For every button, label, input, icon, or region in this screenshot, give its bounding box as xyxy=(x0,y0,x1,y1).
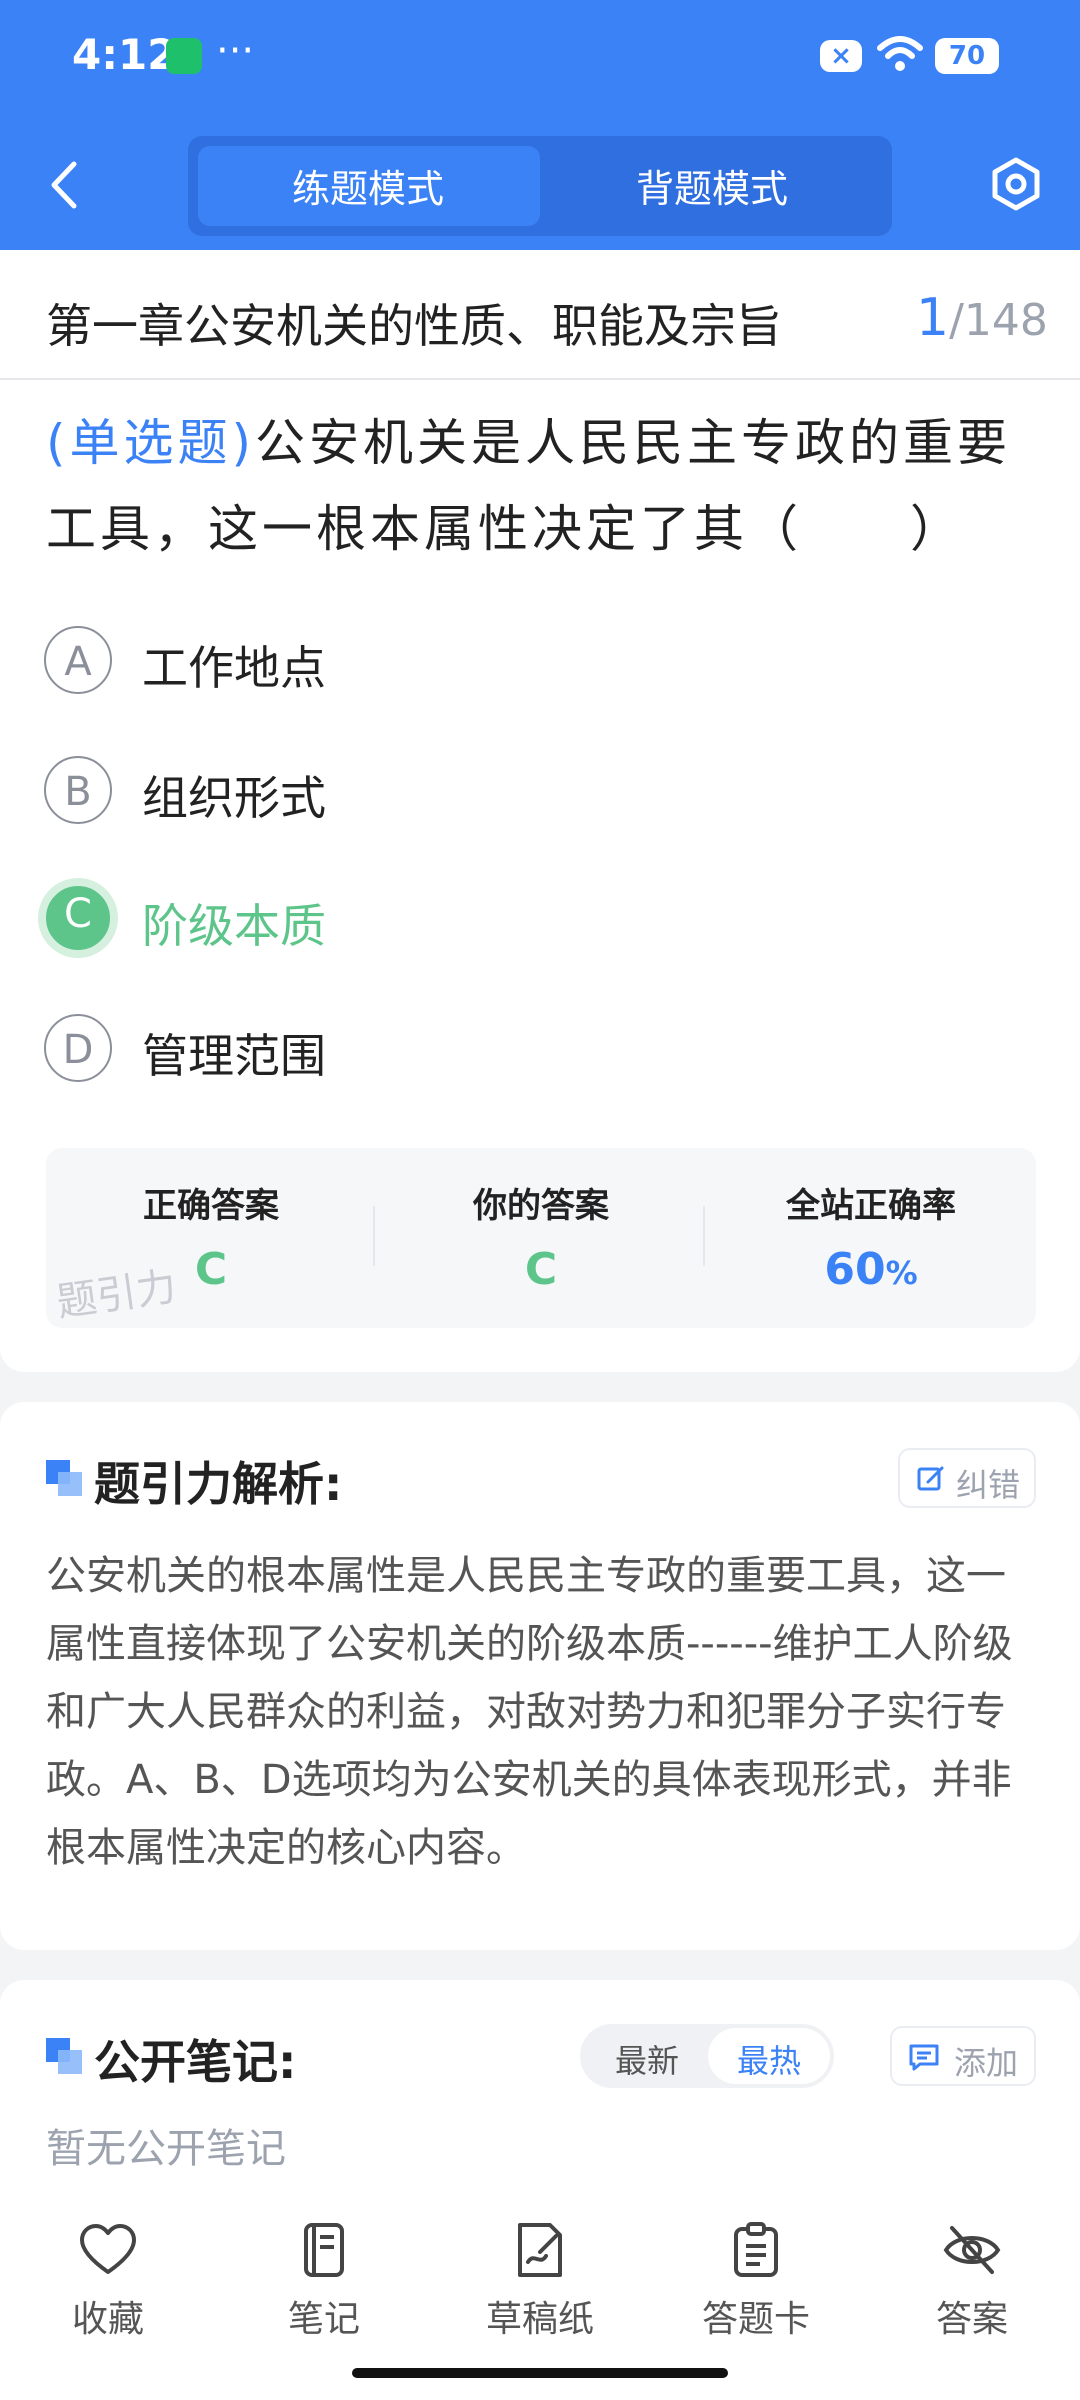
option-b[interactable]: B xyxy=(44,756,112,824)
your-answer-value: C xyxy=(524,1244,558,1295)
option-letter: A xyxy=(44,626,112,694)
accuracy-rate-value: 60% xyxy=(706,1244,1036,1295)
tab-notes-label: 笔记 xyxy=(287,2299,360,2340)
tab-recite-mode[interactable]: 背题模式 xyxy=(542,158,882,213)
your-answer-label: 你的答案 xyxy=(473,1186,609,1226)
back-button[interactable] xyxy=(40,150,88,220)
heart-icon xyxy=(80,2224,136,2274)
answer-summary-box xyxy=(46,1148,1036,1328)
tab-practice-mode[interactable]: 练题模式 xyxy=(198,158,538,213)
option-d-text[interactable]: 管理范围 xyxy=(142,1020,326,1086)
option-letter: C xyxy=(38,878,118,958)
tab-answer-sheet[interactable]: 答题卡 xyxy=(648,2222,864,2342)
chapter-title: 第一章公安机关的性质、职能及宗旨 xyxy=(46,299,782,353)
clipboard-icon xyxy=(734,2222,778,2277)
tab-answer-label: 答案 xyxy=(935,2299,1008,2340)
more-notifications-icon: ··· xyxy=(216,28,255,74)
section-squares-icon xyxy=(46,2038,82,2074)
tab-draft[interactable]: 草稿纸 xyxy=(432,2222,648,2342)
wifi-icon xyxy=(877,36,923,71)
correct-answer-label: 正确答案 xyxy=(143,1186,279,1226)
tab-notes[interactable]: 笔记 xyxy=(216,2222,432,2342)
empty-notes-text: 暂无公开笔记 xyxy=(46,2126,286,2172)
tab-favorite-label: 收藏 xyxy=(71,2299,144,2340)
report-error-button[interactable]: 纠错 xyxy=(898,1448,1036,1508)
option-b-text[interactable]: 组织形式 xyxy=(142,762,326,828)
tab-answer-sheet-label: 答题卡 xyxy=(701,2299,810,2340)
option-c-text[interactable]: 阶级本质 xyxy=(142,890,326,956)
option-a[interactable]: A xyxy=(44,626,112,694)
add-note-label: 添加 xyxy=(954,2044,1019,2082)
option-letter: B xyxy=(44,756,112,824)
question-text: (单选题)公安机关是人民民主专政的重要工具，这一根本属性决定了其（ ） xyxy=(46,400,1036,572)
status-time: 4:12 xyxy=(72,30,177,79)
add-note-button[interactable]: 添加 xyxy=(890,2026,1036,2086)
divider xyxy=(373,1206,375,1266)
wechat-notification-icon xyxy=(166,38,202,74)
edit-icon xyxy=(917,1466,944,1491)
option-letter: D xyxy=(44,1014,112,1082)
no-sim-icon: × xyxy=(820,40,862,72)
notes-title: 公开笔记: xyxy=(94,2035,297,2089)
question-type-tag: (单选题) xyxy=(46,414,256,472)
tab-answer[interactable]: 答案 xyxy=(864,2222,1080,2342)
divider xyxy=(703,1206,705,1266)
analysis-body: 公安机关的根本属性是人民民主专政的重要工具，这一属性直接体现了公安机关的阶级本质… xyxy=(46,1553,1013,1871)
eye-off-icon xyxy=(943,2226,1001,2274)
sort-hottest[interactable]: 最热 xyxy=(708,2036,830,2082)
divider xyxy=(0,378,1080,380)
question-index: 1 xyxy=(916,288,950,348)
option-a-text[interactable]: 工作地点 xyxy=(142,632,326,698)
settings-gear-icon[interactable] xyxy=(986,154,1046,214)
analysis-title: 题引力解析: xyxy=(94,1457,343,1511)
section-squares-icon xyxy=(46,1460,82,1496)
report-error-label: 纠错 xyxy=(956,1466,1021,1504)
accuracy-rate-unit: % xyxy=(885,1254,918,1292)
question-counter: 1/148 xyxy=(916,288,1048,348)
sort-latest[interactable]: 最新 xyxy=(586,2036,708,2082)
accuracy-rate-number: 60 xyxy=(824,1244,886,1295)
battery-indicator: 70 xyxy=(935,38,999,74)
comment-icon xyxy=(909,2044,939,2071)
tab-draft-label: 草稿纸 xyxy=(485,2299,594,2340)
option-d[interactable]: D xyxy=(44,1014,112,1082)
draft-icon xyxy=(518,2223,562,2277)
option-c[interactable]: C xyxy=(38,878,118,958)
tab-favorite[interactable]: 收藏 xyxy=(0,2222,216,2342)
notebook-icon xyxy=(304,2223,344,2277)
accuracy-rate-label: 全站正确率 xyxy=(786,1186,956,1226)
question-total: /148 xyxy=(949,295,1048,346)
home-indicator xyxy=(352,2368,728,2378)
